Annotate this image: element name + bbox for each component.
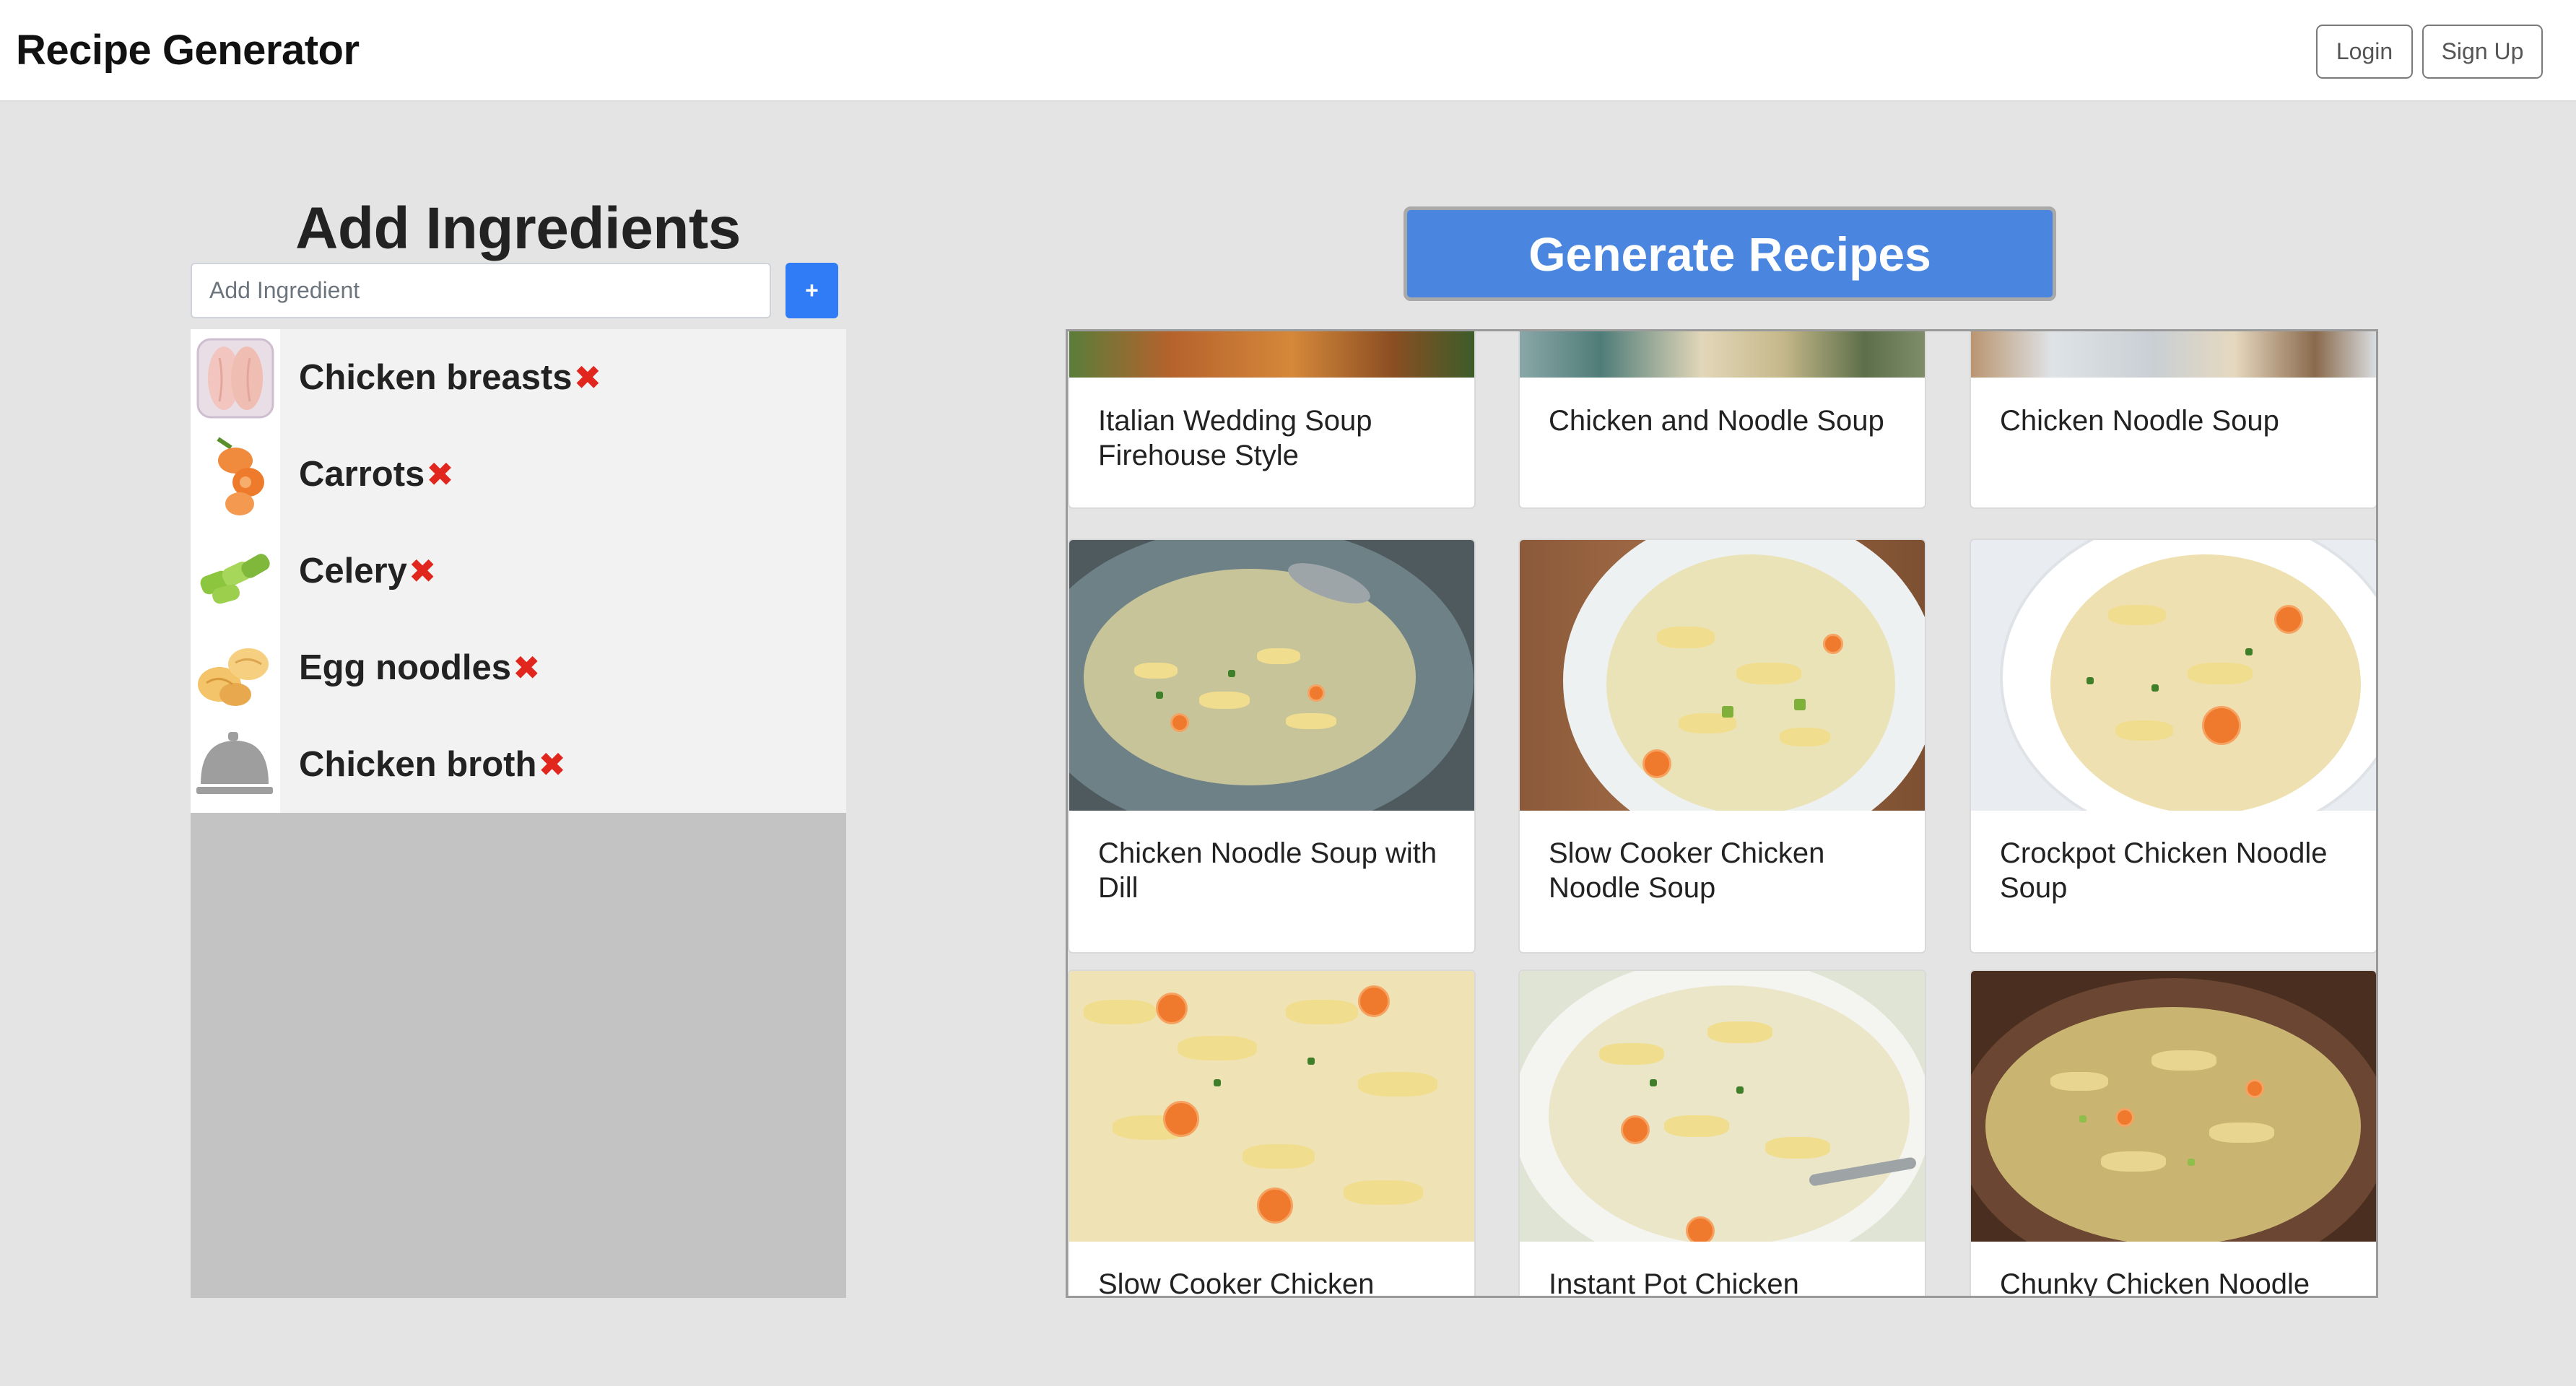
recipe-card[interactable]: Slow Cooker Chicken Noodle Soup xyxy=(1518,539,1926,954)
recipe-title[interactable]: Chicken Noodle Soup with Dill xyxy=(1098,836,1453,905)
egg-noodles-icon xyxy=(191,619,280,716)
ingredient-label: Carrots xyxy=(299,455,425,494)
ingredient-item: Chicken breasts ✖ xyxy=(191,329,846,426)
recipe-card[interactable]: Italian Wedding Soup Firehouse Style xyxy=(1068,331,1476,509)
recipe-card[interactable]: Crockpot Chicken Noodle Soup xyxy=(1970,539,2376,954)
remove-ingredient-icon[interactable]: ✖ xyxy=(538,745,566,784)
ingredient-item: Carrots ✖ xyxy=(191,426,846,523)
chicken-breast-icon xyxy=(191,329,280,426)
recipe-title[interactable]: Instant Pot Chicken xyxy=(1549,1267,1903,1296)
recipe-image xyxy=(1520,331,1925,378)
ingredient-list: Chicken breasts ✖ Carrots ✖ Celery ✖ Egg… xyxy=(191,329,846,813)
login-button[interactable]: Login xyxy=(2316,25,2413,79)
recipe-image xyxy=(1971,971,2376,1242)
recipe-card[interactable]: Chicken Noodle Soup with Dill xyxy=(1068,539,1476,954)
recipe-card[interactable]: Chicken Noodle Soup xyxy=(1970,331,2376,509)
ingredient-item: Egg noodles ✖ xyxy=(191,619,846,716)
food-cloche-icon xyxy=(191,716,280,813)
brand-title[interactable]: Recipe Generator xyxy=(16,26,360,74)
ingredients-heading: Add Ingredients xyxy=(295,196,741,261)
generate-recipes-button[interactable]: Generate Recipes xyxy=(1404,206,2056,301)
recipe-image xyxy=(1971,540,2376,811)
recipe-card[interactable]: Chicken and Noodle Soup xyxy=(1518,331,1926,509)
ingredient-label: Celery xyxy=(299,552,407,590)
recipe-card[interactable]: Instant Pot Chicken xyxy=(1518,969,1926,1296)
recipe-image xyxy=(1069,331,1474,378)
remove-ingredient-icon[interactable]: ✖ xyxy=(426,455,454,494)
recipe-title[interactable]: Chicken and Noodle Soup xyxy=(1549,404,1903,438)
add-ingredient-button[interactable]: + xyxy=(786,263,838,318)
ingredient-label: Egg noodles xyxy=(299,648,511,687)
recipe-card[interactable]: Slow Cooker Chicken xyxy=(1068,969,1476,1296)
recipe-image xyxy=(1971,331,2376,378)
ingredient-label: Chicken breasts xyxy=(299,358,573,397)
ingredient-item: Chicken broth ✖ xyxy=(191,716,846,813)
recipe-title[interactable]: Chunky Chicken Noodle xyxy=(2000,1267,2354,1296)
recipe-image xyxy=(1520,540,1925,811)
carrot-icon xyxy=(191,426,280,523)
celery-icon xyxy=(191,523,280,619)
remove-ingredient-icon[interactable]: ✖ xyxy=(409,552,437,590)
ingredient-input[interactable] xyxy=(191,263,771,318)
recipe-results[interactable]: Italian Wedding Soup Firehouse Style Chi… xyxy=(1066,329,2378,1298)
ingredients-panel: Chicken breasts ✖ Carrots ✖ Celery ✖ Egg… xyxy=(191,329,846,1298)
recipe-title[interactable]: Slow Cooker Chicken xyxy=(1098,1267,1453,1296)
recipe-image xyxy=(1069,971,1474,1242)
recipe-title[interactable]: Slow Cooker Chicken Noodle Soup xyxy=(1549,836,1903,905)
signup-button[interactable]: Sign Up xyxy=(2422,25,2543,79)
recipe-card[interactable]: Chunky Chicken Noodle xyxy=(1970,969,2376,1296)
recipe-image xyxy=(1520,971,1925,1242)
recipe-image xyxy=(1069,540,1474,811)
remove-ingredient-icon[interactable]: ✖ xyxy=(574,358,602,397)
ingredient-label: Chicken broth xyxy=(299,745,537,784)
recipe-title[interactable]: Italian Wedding Soup Firehouse Style xyxy=(1098,404,1453,473)
recipe-title[interactable]: Crockpot Chicken Noodle Soup xyxy=(2000,836,2354,905)
ingredient-item: Celery ✖ xyxy=(191,523,846,619)
remove-ingredient-icon[interactable]: ✖ xyxy=(513,648,541,687)
recipe-title[interactable]: Chicken Noodle Soup xyxy=(2000,404,2354,438)
navbar: Recipe Generator Login Sign Up xyxy=(0,0,2576,102)
